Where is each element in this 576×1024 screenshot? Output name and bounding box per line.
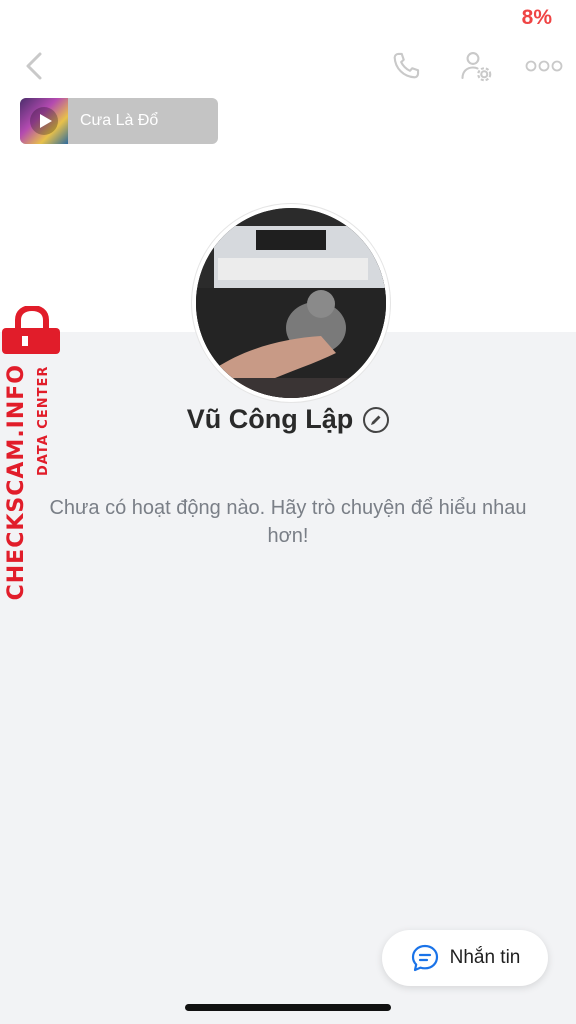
empty-activity-message: Chưa có hoạt động nào. Hãy trò chuyện để… — [49, 497, 527, 547]
phone-icon — [393, 52, 420, 79]
edit-name-button[interactable] — [363, 406, 390, 433]
timeline-area — [0, 332, 576, 1024]
avatar[interactable] — [192, 204, 390, 402]
lock-icon — [2, 306, 60, 354]
chat-bubble-icon — [411, 944, 438, 972]
profile-name: Vũ Công Lập — [186, 404, 354, 434]
profile-settings-button[interactable] — [456, 46, 496, 86]
home-indicator — [185, 1004, 391, 1011]
more-dots-icon — [525, 60, 563, 72]
pencil-icon — [371, 415, 381, 425]
back-button[interactable] — [14, 46, 54, 86]
battery-level: 8% — [521, 6, 552, 29]
chevron-left-icon — [26, 52, 42, 80]
send-message-label: Nhắn tin — [449, 947, 521, 968]
more-button[interactable] — [522, 46, 566, 86]
watermark-checkscam: CHECKSCAM.INFO DATA CENTER — [0, 306, 64, 600]
music-thumbnail — [20, 98, 68, 144]
avatar-photo — [196, 208, 386, 398]
watermark-site: CHECKSCAM.INFO — [4, 364, 29, 601]
profile-music-chip[interactable]: Cưa Là Đổ — [20, 98, 218, 144]
play-icon — [30, 107, 58, 135]
profile-name-row: Vũ Công Lập — [0, 404, 576, 435]
send-message-button[interactable]: Nhắn tin — [382, 930, 548, 986]
user-settings-icon — [461, 52, 492, 82]
music-title: Cưa Là Đổ — [80, 112, 159, 129]
call-button[interactable] — [386, 46, 426, 86]
watermark-tag: DATA CENTER — [36, 365, 51, 476]
